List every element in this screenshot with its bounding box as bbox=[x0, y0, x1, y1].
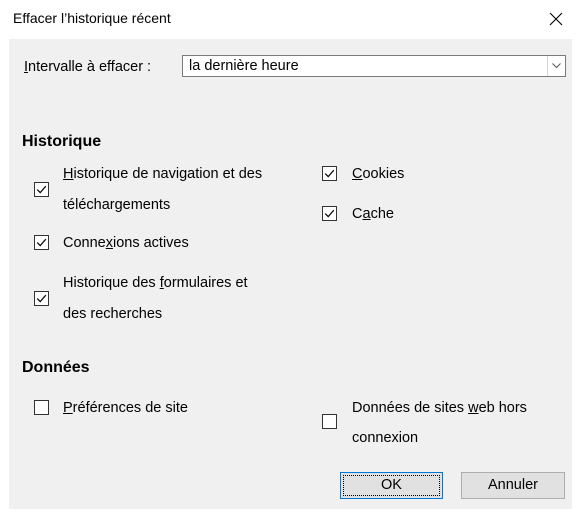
ok-button[interactable]: OK bbox=[340, 472, 443, 499]
check-icon bbox=[36, 294, 47, 303]
cookies-checkbox[interactable] bbox=[322, 166, 337, 181]
check-icon bbox=[324, 169, 335, 178]
title-bar: Effacer l’historique récent bbox=[0, 0, 576, 38]
history-navigation-checkbox[interactable] bbox=[34, 182, 49, 197]
active-connections-checkbox[interactable] bbox=[34, 235, 49, 250]
dialog-content: Intervalle à effacer : la dernière heure… bbox=[9, 39, 572, 509]
close-icon bbox=[549, 12, 563, 26]
range-select-value: la dernière heure bbox=[189, 58, 299, 74]
site-preferences-label: Préférences de site bbox=[63, 400, 188, 416]
offline-website-data-label: Données de sites web hors bbox=[352, 400, 527, 416]
cookies-label: Cookies bbox=[352, 166, 405, 182]
offline-website-data-label-line2: connexion bbox=[352, 430, 419, 446]
focus-ring bbox=[343, 475, 440, 496]
form-search-history-label: Historique des formulaires et bbox=[63, 275, 248, 291]
check-icon bbox=[36, 185, 47, 194]
range-label: Intervalle à effacer : bbox=[24, 59, 152, 75]
cache-label: Cache bbox=[352, 206, 394, 222]
range-select[interactable]: la dernière heure bbox=[182, 55, 566, 77]
chevron-down-icon bbox=[552, 63, 561, 69]
check-icon bbox=[324, 209, 335, 218]
check-icon bbox=[36, 238, 47, 247]
cancel-button[interactable]: Annuler bbox=[461, 472, 565, 499]
cache-checkbox[interactable] bbox=[322, 206, 337, 221]
range-select-arrow[interactable] bbox=[547, 56, 565, 76]
form-search-history-label-line2: des recherches bbox=[63, 306, 163, 322]
history-navigation-label-line2: téléchargements bbox=[63, 197, 171, 213]
active-connections-label: Connexions actives bbox=[63, 235, 189, 251]
history-navigation-label: Historique de navigation et des bbox=[63, 166, 263, 182]
form-search-history-checkbox[interactable] bbox=[34, 291, 49, 306]
offline-website-data-checkbox[interactable] bbox=[322, 414, 337, 429]
window-title: Effacer l’historique récent bbox=[13, 10, 171, 26]
data-section-title: Données bbox=[22, 359, 90, 376]
site-preferences-checkbox[interactable] bbox=[34, 400, 49, 415]
history-section-title: Historique bbox=[22, 133, 102, 150]
cancel-button-label: Annuler bbox=[488, 477, 538, 493]
close-button[interactable] bbox=[540, 4, 572, 34]
